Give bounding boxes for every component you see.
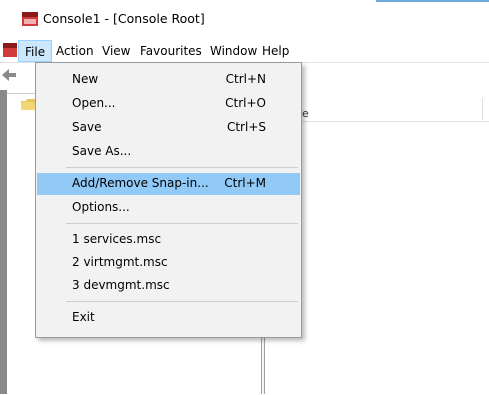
menu-item-label: Open... bbox=[72, 96, 116, 110]
menu-item-label: Add/Remove Snap-in... bbox=[72, 176, 209, 190]
menu-item-shortcut: Ctrl+O bbox=[225, 96, 266, 110]
menu-item-save-as[interactable]: Save As... bbox=[37, 141, 300, 163]
menu-item-options[interactable]: Options... bbox=[37, 197, 300, 219]
title-bar-accent bbox=[376, 0, 489, 2]
column-divider[interactable] bbox=[482, 98, 483, 120]
menu-item-shortcut: Ctrl+M bbox=[224, 176, 266, 190]
menu-item-new[interactable]: New Ctrl+N bbox=[37, 69, 300, 91]
menu-item-label: Options... bbox=[72, 200, 130, 214]
menu-item-label: 1 services.msc bbox=[72, 232, 162, 246]
menu-item-open[interactable]: Open... Ctrl+O bbox=[37, 93, 300, 115]
menu-item-label: 2 virtmgmt.msc bbox=[72, 255, 168, 269]
menu-item-shortcut: Ctrl+S bbox=[226, 120, 266, 134]
file-menu-dropdown: New Ctrl+N Open... Ctrl+O Save Ctrl+S Sa… bbox=[35, 62, 302, 338]
menu-item-label: New bbox=[72, 72, 99, 86]
console-app-icon bbox=[22, 12, 38, 26]
menu-item-recent-1[interactable]: 1 services.msc bbox=[37, 229, 300, 251]
menu-item-shortcut: Ctrl+N bbox=[225, 72, 266, 86]
menu-item-exit[interactable]: Exit bbox=[37, 307, 300, 329]
menu-item-label: Save As... bbox=[72, 144, 132, 158]
menu-item-label: Exit bbox=[72, 310, 95, 324]
folder-icon bbox=[21, 99, 35, 110]
menu-item-label: 3 devmgmt.msc bbox=[72, 278, 170, 292]
menu-separator bbox=[66, 223, 298, 224]
window-title: Console1 - [Console Root] bbox=[43, 11, 205, 26]
menu-bar: File Action View Favourites Window Help bbox=[0, 40, 489, 62]
column-header-name[interactable]: e bbox=[302, 107, 309, 120]
mmc-menu-icon[interactable] bbox=[3, 43, 17, 57]
menu-separator bbox=[66, 167, 298, 168]
menu-separator bbox=[66, 301, 298, 302]
menu-item-recent-2[interactable]: 2 virtmgmt.msc bbox=[37, 252, 300, 274]
menu-view[interactable]: View bbox=[96, 40, 136, 62]
menu-item-save[interactable]: Save Ctrl+S bbox=[37, 117, 300, 139]
menu-action[interactable]: Action bbox=[50, 40, 100, 62]
menu-help[interactable]: Help bbox=[256, 40, 295, 62]
menu-file[interactable]: File bbox=[18, 40, 53, 62]
window-left-edge bbox=[0, 90, 7, 394]
menu-item-recent-3[interactable]: 3 devmgmt.msc bbox=[37, 275, 300, 297]
back-arrow-icon[interactable] bbox=[2, 69, 16, 81]
menu-window[interactable]: Window bbox=[204, 40, 263, 62]
title-bar: Console1 - [Console Root] bbox=[0, 0, 489, 35]
menu-favourites[interactable]: Favourites bbox=[134, 40, 208, 62]
menu-item-label: Save bbox=[72, 120, 102, 134]
menu-item-add-remove-snap-in[interactable]: Add/Remove Snap-in... Ctrl+M bbox=[37, 173, 300, 195]
